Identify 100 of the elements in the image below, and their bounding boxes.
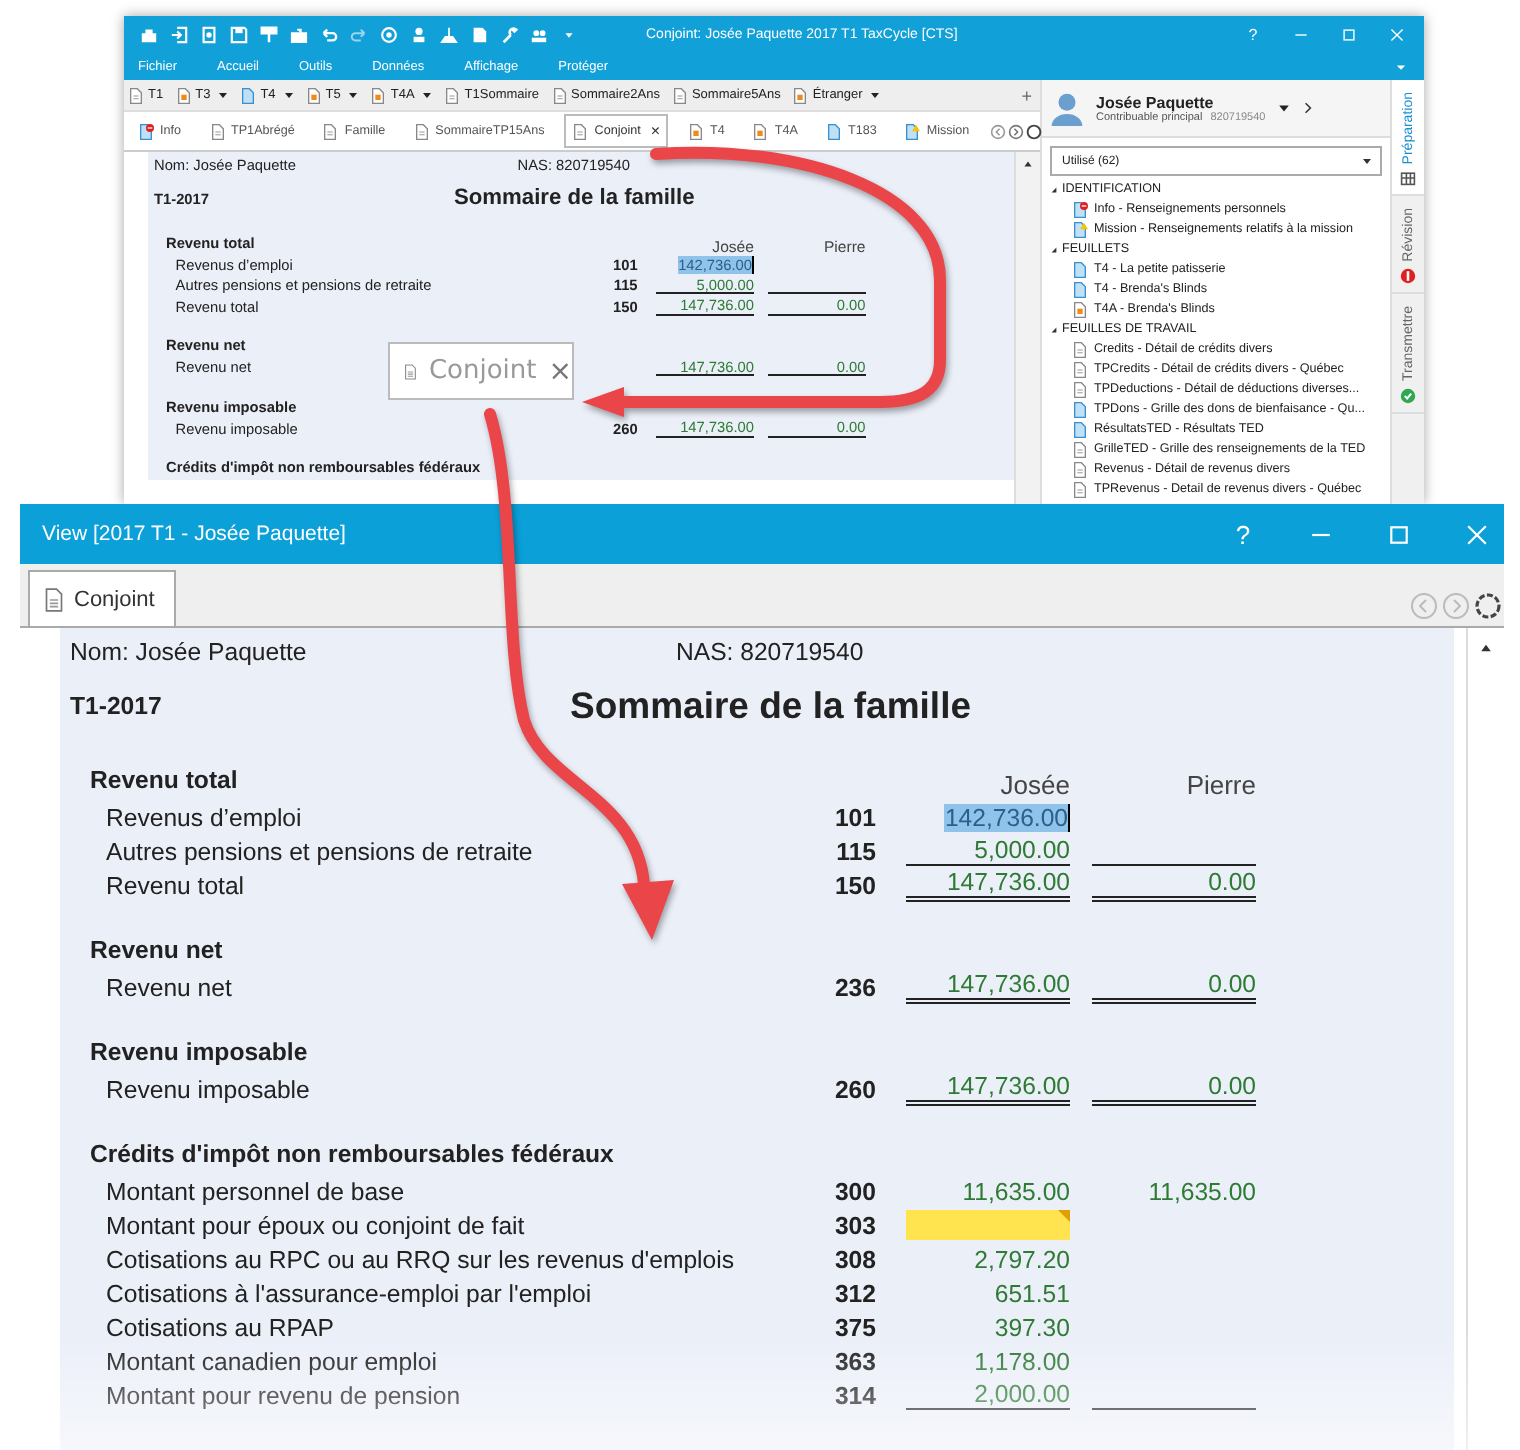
amount-field[interactable]: 147,736.00 <box>906 1073 1070 1105</box>
taxpayer-name: Josée Paquette <box>1096 93 1216 111</box>
line-number: 308 <box>832 1245 876 1273</box>
form-tab[interactable]: Conjoint <box>28 570 177 626</box>
line-number: 150 <box>832 871 876 899</box>
line-label: Montant canadien pour emploi <box>106 1347 437 1375</box>
window-title: View [2017 T1 - Josée Paquette] <box>42 522 346 546</box>
document-icon <box>444 87 461 103</box>
person-icon[interactable] <box>410 25 428 43</box>
amount-field[interactable]: 147,736.00 <box>906 869 1070 901</box>
section-heading: Revenu total <box>90 766 240 794</box>
document-icon <box>671 87 688 103</box>
line-label: Revenu net <box>106 973 232 1001</box>
section-heading: Revenu net <box>90 936 225 964</box>
document-icon <box>175 87 192 103</box>
caret-icon[interactable] <box>870 90 881 100</box>
line-number: 300 <box>832 1177 876 1205</box>
document-icon <box>1072 382 1088 398</box>
expanded-arrow-icon[interactable] <box>1050 246 1058 254</box>
amount-field[interactable]: 11,635.00 <box>906 1176 1070 1206</box>
scroll-up-icon[interactable] <box>1022 158 1034 170</box>
document-icon <box>370 87 387 103</box>
document-icon <box>551 87 568 103</box>
document-warning-icon <box>1072 222 1088 238</box>
line-number: 363 <box>832 1347 876 1375</box>
amount-field[interactable]: 0.00 <box>1092 1073 1256 1105</box>
caret-icon[interactable] <box>283 90 294 100</box>
line-label: Montant pour revenu de pension <box>106 1381 461 1409</box>
maximize-icon[interactable] <box>1342 27 1356 41</box>
document-icon <box>1072 442 1088 458</box>
caret-icon[interactable] <box>218 90 229 100</box>
sin-number: NAS: 820719540 <box>676 637 864 665</box>
line-number: 236 <box>832 973 876 1001</box>
amount-field[interactable]: 651.51 <box>906 1278 1070 1308</box>
document-error-icon <box>1072 202 1088 218</box>
amount-field[interactable]: 0.00 <box>1092 971 1256 1003</box>
add-tab-button[interactable]: + <box>1021 85 1032 105</box>
caret-icon[interactable] <box>1277 102 1290 114</box>
back-icon[interactable] <box>1410 591 1438 619</box>
form-title: Sommaire de la famille <box>454 186 695 211</box>
close-icon[interactable] <box>1390 27 1404 41</box>
line-label: Revenus d’emploi <box>106 803 302 831</box>
import-icon[interactable] <box>170 25 188 43</box>
document-icon <box>44 587 64 611</box>
error-icon <box>1400 268 1416 285</box>
close-icon[interactable] <box>1466 523 1488 545</box>
document-icon <box>825 123 842 139</box>
caret-icon[interactable] <box>348 90 359 100</box>
section-heading: Crédits d'impôt non remboursables fédéraux <box>90 1140 616 1168</box>
document-icon <box>1072 482 1088 498</box>
document-icon <box>1072 462 1088 478</box>
column-heading: Josée <box>1000 770 1070 800</box>
maximize-icon[interactable] <box>1388 523 1410 545</box>
line-number: 314 <box>832 1381 876 1409</box>
caret-icon[interactable] <box>422 90 433 100</box>
line-number: 375 <box>832 1313 876 1341</box>
chevron-right-icon[interactable] <box>1301 102 1314 114</box>
back-icon[interactable] <box>989 123 1006 139</box>
form-year: T1-2017 <box>70 692 164 720</box>
line-label: Cotisations au RPC ou au RRQ sur les revenus d'emplois <box>106 1245 735 1273</box>
scroll-up-icon[interactable] <box>1478 640 1494 656</box>
line-number: 303 <box>832 1211 876 1239</box>
undo-icon[interactable] <box>320 25 338 43</box>
amount-field[interactable]: 5,000.00 <box>906 836 1070 866</box>
document-icon <box>128 87 144 103</box>
document-icon[interactable] <box>470 25 488 43</box>
line-number: 260 <box>832 1075 876 1103</box>
document-icon <box>413 123 430 139</box>
amount-field[interactable]: 397.30 <box>906 1312 1070 1342</box>
amount-field[interactable]: 1,178.00 <box>906 1346 1070 1376</box>
amount-field[interactable] <box>906 1210 1070 1240</box>
document-icon <box>305 87 322 103</box>
briefcase-icon[interactable] <box>290 25 308 43</box>
column-heading: Pierre <box>1186 770 1256 800</box>
document-icon <box>209 123 226 139</box>
line-number: 115 <box>834 837 876 865</box>
line-number: 312 <box>832 1279 876 1307</box>
line-label: Montant personnel de base <box>106 1177 405 1205</box>
section-heading: Revenu imposable <box>90 1038 310 1066</box>
amount-field[interactable]: 2,797.20 <box>906 1244 1070 1274</box>
document-icon <box>240 87 257 103</box>
amount-field[interactable]: 0.00 <box>1092 869 1256 901</box>
dragged-tab[interactable]: Conjoint × <box>388 342 574 400</box>
close-tab-button[interactable]: × <box>650 122 661 140</box>
expanded-arrow-icon[interactable] <box>1050 186 1058 194</box>
taxpayer-name: Nom: Josée Paquette <box>70 637 309 665</box>
people-icon[interactable] <box>530 25 548 43</box>
scrollbar[interactable] <box>1014 152 1040 504</box>
line-label: Cotisations à l'assurance-emploi par l'emploi <box>106 1279 592 1307</box>
line-label: Revenu total <box>106 871 245 899</box>
form-title: Sommaire de la famille <box>570 684 972 728</box>
amount-field[interactable]: 11,635.00 <box>1092 1176 1256 1206</box>
wrench-icon[interactable] <box>500 25 518 43</box>
forward-icon[interactable] <box>1007 123 1024 139</box>
redo-icon[interactable] <box>350 25 368 43</box>
amount-field[interactable]: 147,736.00 <box>906 971 1070 1003</box>
document-warning-icon <box>904 123 921 139</box>
expanded-arrow-icon[interactable] <box>1050 326 1058 334</box>
save-icon[interactable] <box>230 25 248 43</box>
line-label: Cotisations au RPAP <box>106 1313 334 1341</box>
